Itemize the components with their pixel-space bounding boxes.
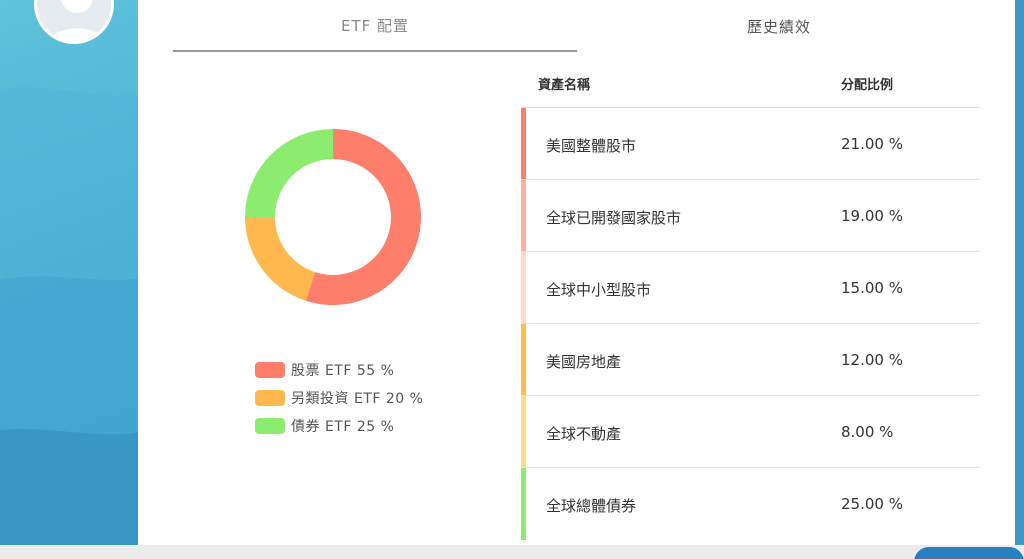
asset-name: 全球總體債券 (546, 497, 637, 515)
tab-bar: ETF 配置 歷史績效 (173, 0, 983, 54)
legend-swatch (255, 390, 285, 406)
legend-label: 債券 ETF 25 % (291, 419, 395, 435)
asset-name: 美國整體股市 (546, 137, 637, 155)
asset-ratio: 19.00 % (841, 207, 903, 225)
table-row: 全球總體債券 25.00 % (521, 468, 980, 540)
column-header-allocation: 分配比例 (841, 78, 894, 93)
legend-item-stock: 股票 ETF 55 % (255, 356, 423, 384)
user-avatar-icon (48, 0, 106, 41)
asset-name: 美國房地產 (546, 353, 622, 371)
column-header-asset-name: 資產名稱 (538, 78, 591, 93)
table-header: 資產名稱 分配比例 (521, 62, 980, 108)
floating-action-button[interactable] (914, 547, 1024, 559)
asset-name: 全球中小型股市 (546, 281, 652, 299)
table-row: 全球不動產 8.00 % (521, 396, 980, 468)
legend-label: 股票 ETF 55 % (291, 363, 395, 379)
table-row: 美國房地產 12.00 % (521, 324, 980, 396)
table-row: 全球中小型股市 15.00 % (521, 252, 980, 324)
row-color-bar (521, 180, 526, 251)
legend-swatch (255, 362, 285, 378)
footer-bar (0, 545, 1024, 559)
legend-label: 另類投資 ETF 20 % (291, 391, 424, 407)
asset-name: 全球不動產 (546, 425, 622, 443)
donut-slice-2[interactable] (245, 129, 333, 217)
chart-legend: 股票 ETF 55 % 另類投資 ETF 20 % 債券 ETF 25 % (255, 356, 423, 440)
user-avatar[interactable] (34, 0, 114, 44)
allocation-donut-chart (243, 127, 423, 307)
asset-ratio: 21.00 % (841, 135, 903, 153)
row-color-bar (521, 396, 526, 467)
asset-ratio: 25.00 % (841, 495, 903, 513)
row-color-bar (521, 468, 526, 540)
table-row: 美國整體股市 21.00 % (521, 108, 980, 180)
table-body: 美國整體股市 21.00 % 全球已開發國家股市 19.00 % 全球中小型股市… (521, 108, 980, 540)
table-row: 全球已開發國家股市 19.00 % (521, 180, 980, 252)
tab-etf-allocation[interactable]: ETF 配置 (173, 0, 577, 52)
asset-ratio: 12.00 % (841, 351, 903, 369)
donut-slice-1[interactable] (245, 217, 316, 301)
allocation-table: 資產名稱 分配比例 美國整體股市 21.00 % 全球已開發國家股市 19.00… (521, 62, 980, 540)
row-color-bar (521, 324, 526, 395)
portfolio-card: ETF 配置 歷史績效 股票 ETF 55 % 另類投資 ETF 20 % 債券… (138, 0, 1015, 545)
asset-ratio: 15.00 % (841, 279, 903, 297)
asset-name: 全球已開發國家股市 (546, 209, 682, 227)
asset-ratio: 8.00 % (841, 423, 894, 441)
legend-item-bond: 債券 ETF 25 % (255, 412, 423, 440)
tab-historical-performance[interactable]: 歷史績效 (577, 0, 981, 52)
legend-item-alternative: 另類投資 ETF 20 % (255, 384, 423, 412)
row-color-bar (521, 252, 526, 323)
legend-swatch (255, 418, 285, 434)
row-color-bar (521, 108, 526, 179)
